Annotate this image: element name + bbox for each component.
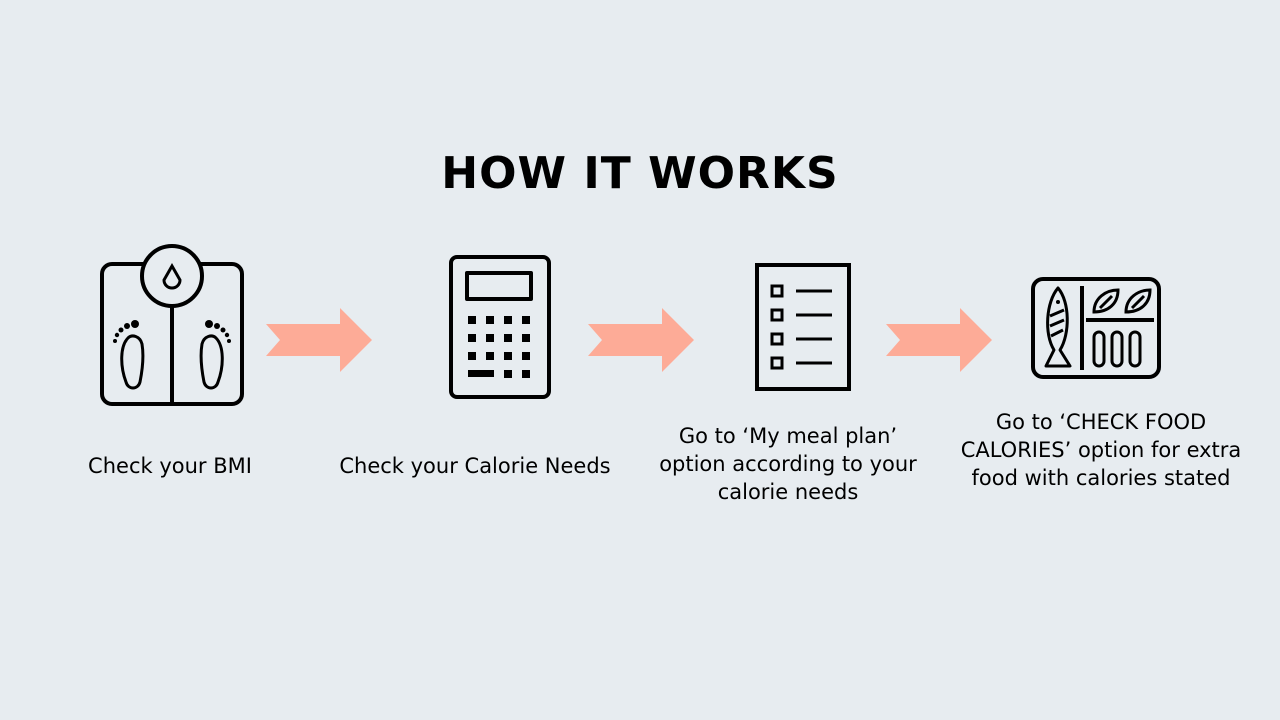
step-label: Check your BMI <box>88 454 252 478</box>
bathroom-scale-icon <box>100 244 244 406</box>
step-label: Go to ‘CHECK FOOD CALORIES’ option for e… <box>960 410 1242 490</box>
step-label: Go to ‘My meal plan’ option according to… <box>659 424 917 504</box>
arrow-right-icon <box>588 308 694 372</box>
calculator-icon <box>449 255 551 399</box>
food-tray-icon <box>1031 277 1161 379</box>
arrow-right-icon <box>266 308 372 372</box>
page-title: HOW IT WORKS <box>441 148 839 199</box>
checklist-icon <box>755 263 851 391</box>
arrow-right-icon <box>886 308 992 372</box>
step-label: Check your Calorie Needs <box>339 454 611 478</box>
